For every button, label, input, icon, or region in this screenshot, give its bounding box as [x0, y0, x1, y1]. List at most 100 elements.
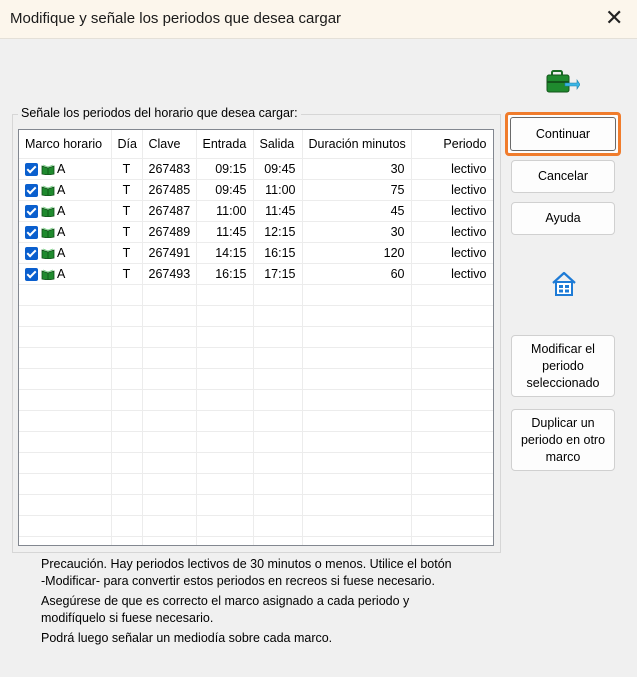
modificar-periodo-button[interactable]: Modificar el periodo seleccionado — [511, 335, 615, 397]
marco-value: A — [57, 161, 66, 176]
cell-salida: 17:15 — [253, 263, 303, 285]
cell-dia: T — [111, 158, 143, 180]
cell-entrada: 09:15 — [196, 158, 254, 180]
title-bar: Modifique y señale los periodos que dese… — [0, 0, 637, 39]
note-asegurese: Asegúrese de que es correcto el marco as… — [41, 594, 410, 625]
continuar-button-label: Continuar — [510, 117, 616, 151]
cell-salida: 12:15 — [253, 221, 303, 243]
table-row[interactable]: A T 267493 16:15 17:15 60 lectivo — [19, 263, 493, 285]
cell-dia: T — [111, 221, 143, 243]
empty-row — [19, 431, 493, 453]
col-entrada[interactable]: Entrada — [196, 130, 254, 159]
window-title: Modifique y señale los periodos que dese… — [10, 10, 342, 27]
marco-value: A — [57, 182, 66, 197]
ayuda-button[interactable]: Ayuda — [511, 202, 615, 235]
table-row[interactable]: A T 267485 09:45 11:00 75 lectivo — [19, 179, 493, 201]
marco-value: A — [57, 224, 66, 239]
briefcase-icon — [546, 70, 580, 93]
table-row[interactable]: A T 267491 14:15 16:15 120 lectivo — [19, 242, 493, 264]
col-duracion[interactable]: Duración minutos — [302, 130, 412, 159]
cell-entrada: 16:15 — [196, 263, 254, 285]
table-row[interactable]: A T 267487 11:00 11:45 45 lectivo — [19, 200, 493, 222]
cell-periodo: lectivo — [411, 179, 493, 201]
marco-value: A — [57, 266, 66, 281]
cell-clave: 267491 — [142, 242, 197, 264]
cell-salida: 16:15 — [253, 242, 303, 264]
duplicar-periodo-label: Duplicar un periodo en otro marco — [520, 415, 606, 464]
cell-duracion: 120 — [302, 242, 412, 264]
modificar-periodo-label: Modificar el periodo seleccionado — [526, 341, 600, 390]
cell-marco: A — [19, 158, 112, 180]
note-mediodia: Podrá luego señalar un mediodía sobre ca… — [41, 631, 333, 645]
cell-marco: A — [19, 242, 112, 264]
empty-row — [19, 389, 493, 411]
cell-salida: 11:45 — [253, 200, 303, 222]
checkbox-icon[interactable] — [25, 226, 38, 240]
empty-row — [19, 473, 493, 495]
cell-clave: 267483 — [142, 158, 197, 180]
note-precaucion: Precaución. Hay periodos lectivos de 30 … — [41, 557, 452, 588]
checkbox-icon[interactable] — [25, 184, 38, 198]
cell-clave: 267487 — [142, 200, 197, 222]
cell-entrada: 09:45 — [196, 179, 254, 201]
book-icon — [38, 225, 57, 239]
table-header: Marco horario Día Clave Entrada Salida D… — [19, 130, 493, 159]
cell-salida: 09:45 — [253, 158, 303, 180]
cell-duracion: 30 — [302, 158, 412, 180]
group-label: Señale los periodos del horario que dese… — [18, 106, 301, 120]
periods-grid[interactable]: Marco horario Día Clave Entrada Salida D… — [18, 129, 494, 546]
empty-row — [19, 515, 493, 537]
cell-duracion: 45 — [302, 200, 412, 222]
col-clave[interactable]: Clave — [142, 130, 197, 159]
close-button[interactable]: ✕ — [605, 7, 623, 29]
empty-row — [19, 368, 493, 390]
empty-row — [19, 452, 493, 474]
cell-periodo: lectivo — [411, 221, 493, 243]
empty-row — [19, 347, 493, 369]
col-salida[interactable]: Salida — [253, 130, 303, 159]
book-icon — [38, 204, 57, 218]
cell-marco: A — [19, 263, 112, 285]
cancelar-button[interactable]: Cancelar — [511, 160, 615, 193]
checkbox-icon[interactable] — [25, 247, 38, 261]
cell-salida: 11:00 — [253, 179, 303, 201]
table-row[interactable]: A T 267483 09:15 09:45 30 lectivo — [19, 158, 493, 180]
checkbox-icon[interactable] — [25, 163, 38, 177]
checkbox-icon[interactable] — [25, 205, 38, 219]
cell-marco: A — [19, 221, 112, 243]
cell-entrada: 11:45 — [196, 221, 254, 243]
cell-dia: T — [111, 179, 143, 201]
cell-duracion: 60 — [302, 263, 412, 285]
cell-dia: T — [111, 242, 143, 264]
cell-marco: A — [19, 179, 112, 201]
book-icon — [38, 162, 57, 176]
empty-row — [19, 410, 493, 432]
duplicar-periodo-button[interactable]: Duplicar un periodo en otro marco — [511, 409, 615, 471]
book-icon — [38, 246, 57, 260]
cell-entrada: 11:00 — [196, 200, 254, 222]
marco-value: A — [57, 203, 66, 218]
col-periodo[interactable]: Periodo — [411, 130, 493, 159]
cell-periodo: lectivo — [411, 263, 493, 285]
col-dia[interactable]: Día — [111, 130, 143, 159]
cell-marco: A — [19, 200, 112, 222]
continuar-button[interactable]: Continuar — [505, 112, 621, 156]
cell-clave: 267485 — [142, 179, 197, 201]
cell-clave: 267489 — [142, 221, 197, 243]
table-row[interactable]: A T 267489 11:45 12:15 30 lectivo — [19, 221, 493, 243]
col-marco-horario[interactable]: Marco horario — [19, 130, 112, 159]
book-icon — [38, 183, 57, 197]
cell-periodo: lectivo — [411, 158, 493, 180]
home-icon[interactable] — [550, 271, 578, 297]
cell-entrada: 14:15 — [196, 242, 254, 264]
cell-dia: T — [111, 263, 143, 285]
empty-row — [19, 326, 493, 348]
checkbox-icon[interactable] — [25, 268, 38, 282]
cell-duracion: 30 — [302, 221, 412, 243]
empty-row — [19, 284, 493, 306]
empty-row — [19, 494, 493, 516]
cell-duracion: 75 — [302, 179, 412, 201]
cell-periodo: lectivo — [411, 200, 493, 222]
empty-row — [19, 305, 493, 327]
cell-dia: T — [111, 200, 143, 222]
